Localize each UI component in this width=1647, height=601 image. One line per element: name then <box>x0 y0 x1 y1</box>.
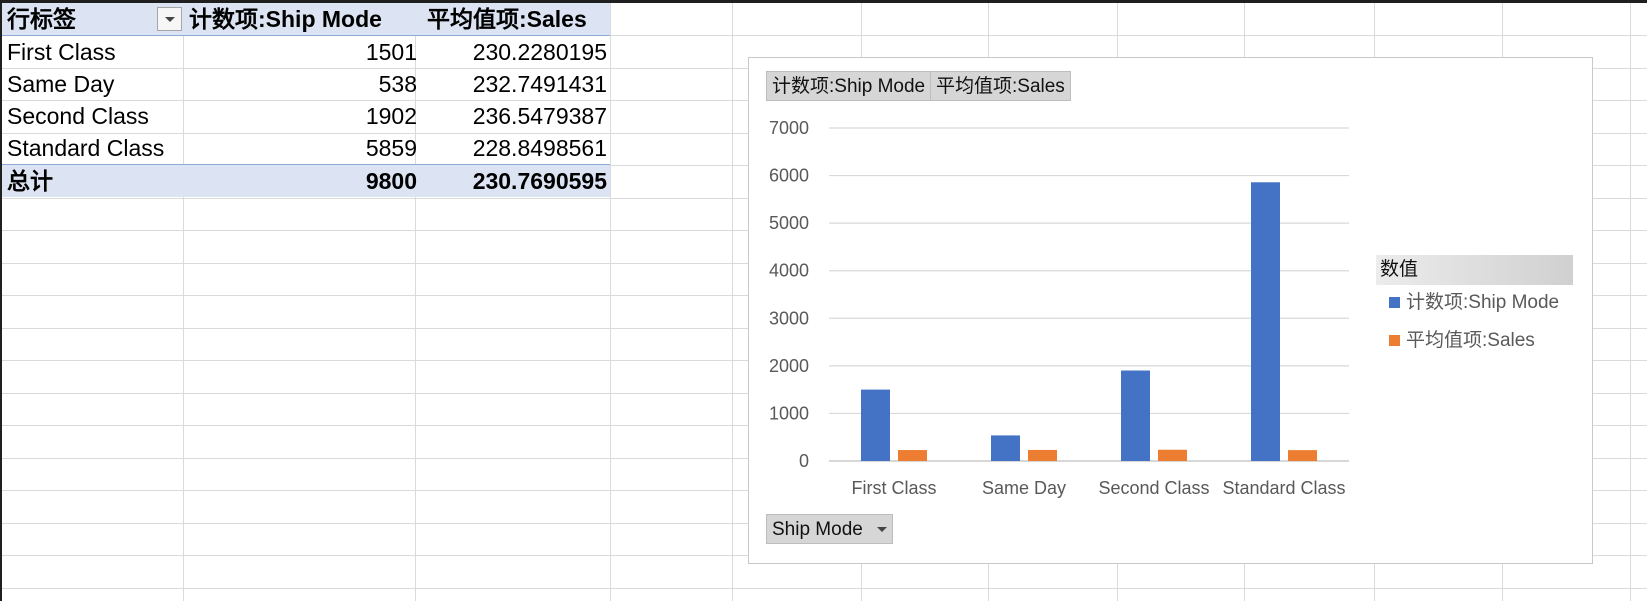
y-tick-label: 5000 <box>769 213 809 233</box>
count-cell[interactable]: 5859 <box>185 132 417 164</box>
avg-cell[interactable]: 236.5479387 <box>427 100 607 132</box>
y-tick-label: 2000 <box>769 356 809 376</box>
bar-chart-plot: 0 1000 2000 3000 4000 5000 6000 7000 First Class… <box>769 118 1349 498</box>
legend-label-count: 计数项:Ship Mode <box>1406 292 1560 313</box>
pivot-header-row: 行标签 计数项:Ship Mode 平均值项:Sales <box>2 3 610 36</box>
axis-field-label: Ship Mode <box>772 519 863 540</box>
legend-swatch-count <box>1389 297 1400 309</box>
pivot-chart[interactable]: 计数项:Ship Mode 平均值项:Sales 0 1000 2000 3000 40… <box>748 57 1593 564</box>
count-cell[interactable]: 1902 <box>185 100 417 132</box>
value-field-button-avg[interactable]: 平均值项:Sales <box>930 71 1071 101</box>
pivot-row[interactable]: Standard Class 5859 228.8498561 <box>2 132 610 164</box>
total-avg-cell[interactable]: 230.7690595 <box>427 165 607 197</box>
bar-avg <box>1288 450 1317 461</box>
legend-item-avg[interactable]: 平均值项:Sales <box>1389 330 1535 352</box>
y-tick-label: 1000 <box>769 403 809 423</box>
row-label[interactable]: Standard Class <box>7 132 177 164</box>
value-field-button-count[interactable]: 计数项:Ship Mode <box>766 71 932 101</box>
avg-cell[interactable]: 228.8498561 <box>427 132 607 164</box>
bar-avg <box>1158 449 1187 461</box>
legend-title[interactable]: 数值 <box>1376 255 1573 285</box>
row-label[interactable]: Second Class <box>7 100 177 132</box>
count-cell[interactable]: 538 <box>185 68 417 100</box>
legend-label-avg: 平均值项:Sales <box>1406 330 1535 351</box>
total-label[interactable]: 总计 <box>7 165 177 197</box>
row-label[interactable]: First Class <box>7 36 177 68</box>
bar-count <box>991 435 1020 461</box>
column-gridline <box>732 0 733 601</box>
y-tick-label: 0 <box>799 451 809 471</box>
dropdown-arrow-icon <box>876 527 887 533</box>
y-tick-label: 4000 <box>769 261 809 281</box>
avg-cell[interactable]: 232.7491431 <box>427 68 607 100</box>
x-tick-label: First Class <box>852 478 937 498</box>
pivot-row[interactable]: First Class 1501 230.2280195 <box>2 36 610 68</box>
x-tick-label: Same Day <box>982 478 1066 498</box>
row-label[interactable]: Same Day <box>7 68 177 100</box>
total-count-cell[interactable]: 9800 <box>185 165 417 197</box>
legend-item-count[interactable]: 计数项:Ship Mode <box>1389 292 1559 314</box>
legend-swatch-avg <box>1389 335 1400 347</box>
bar-count <box>1121 370 1150 461</box>
bar-count <box>1251 182 1280 461</box>
row-gridline <box>0 588 1647 589</box>
avg-cell[interactable]: 230.2280195 <box>427 36 607 68</box>
y-tick-label: 6000 <box>769 166 809 186</box>
x-tick-label: Second Class <box>1098 478 1209 498</box>
pivot-row[interactable]: Same Day 538 232.7491431 <box>2 68 610 100</box>
row-labels-header[interactable]: 行标签 <box>7 3 177 35</box>
filter-dropdown-button[interactable] <box>157 7 182 31</box>
x-tick-label: Standard Class <box>1222 478 1345 498</box>
count-cell[interactable]: 1501 <box>185 36 417 68</box>
bar-avg <box>1028 449 1057 461</box>
pivot-total-row[interactable]: 总计 9800 230.7690595 <box>2 164 610 197</box>
bar-count <box>861 389 890 461</box>
count-header[interactable]: 计数项:Ship Mode <box>189 3 382 35</box>
axis-field-button[interactable]: Ship Mode <box>766 514 893 544</box>
pivot-row[interactable]: Second Class 1902 236.5479387 <box>2 100 610 132</box>
column-gridline <box>1630 0 1631 601</box>
bar-avg <box>898 450 927 461</box>
y-tick-label: 7000 <box>769 118 809 138</box>
y-tick-label: 3000 <box>769 308 809 328</box>
avg-header[interactable]: 平均值项:Sales <box>427 3 607 35</box>
column-gridline <box>610 0 611 601</box>
